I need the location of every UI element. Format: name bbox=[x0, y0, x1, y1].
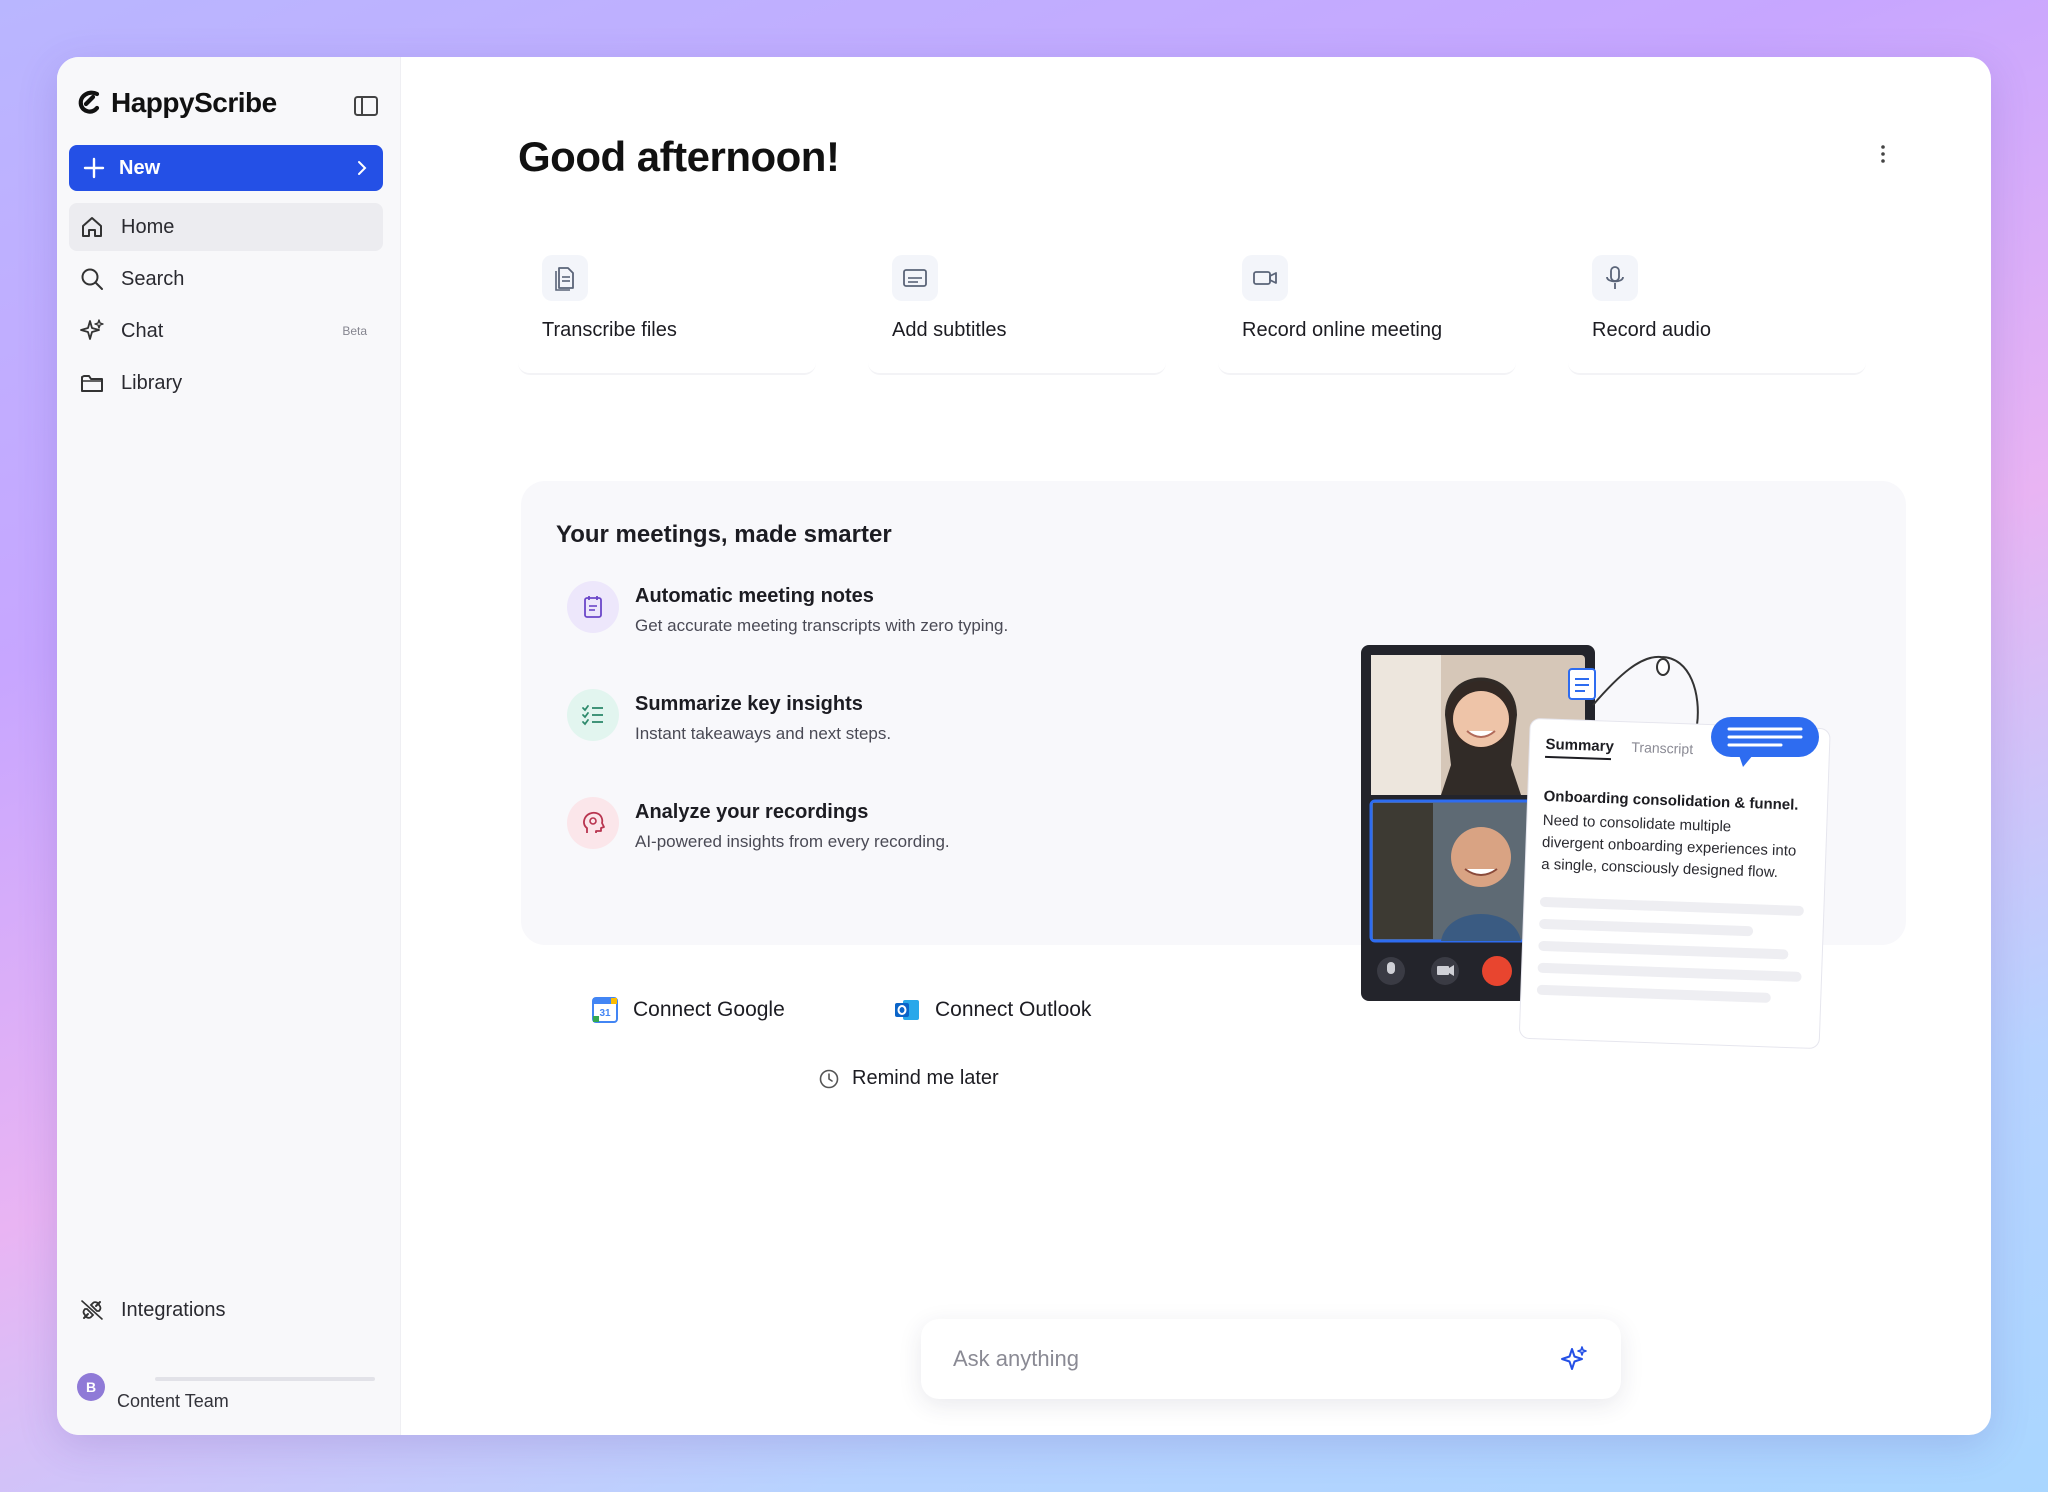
sidebar-item-search[interactable]: Search bbox=[69, 255, 383, 303]
call-hangup-icon bbox=[1482, 956, 1512, 986]
sidebar-item-chat[interactable]: Chat Beta bbox=[69, 307, 383, 355]
feature-title: Summarize key insights bbox=[635, 693, 863, 715]
action-label: Record audio bbox=[1592, 319, 1711, 341]
connect-outlook-button[interactable]: Connect Outlook bbox=[851, 983, 1134, 1037]
sidebar-item-library[interactable]: Library bbox=[69, 359, 383, 407]
sparkle-icon bbox=[80, 319, 104, 340]
sidebar-collapse-icon[interactable] bbox=[351, 91, 381, 121]
happyscribe-logo-icon bbox=[78, 90, 100, 114]
more-options-icon[interactable] bbox=[1873, 139, 1893, 169]
search-icon bbox=[81, 268, 103, 290]
sidebar: HappyScribe New Home Search Chat Beta Li… bbox=[57, 57, 401, 1435]
record-audio-card[interactable]: Record audio bbox=[1568, 243, 1866, 375]
beta-badge: Beta bbox=[342, 324, 367, 338]
new-button[interactable]: New bbox=[69, 145, 383, 191]
meetings-title: Your meetings, made smarter bbox=[556, 521, 892, 548]
quick-actions: Transcribe files Add subtitles Record on… bbox=[518, 243, 1866, 375]
sidebar-nav: Home Search Chat Beta Library bbox=[69, 203, 383, 411]
action-label: Transcribe files bbox=[542, 319, 677, 341]
plug-icon bbox=[81, 1300, 103, 1320]
integrations-label: Integrations bbox=[121, 1298, 226, 1321]
summary-tab: Summary bbox=[1545, 736, 1615, 755]
feature-subtitle: Get accurate meeting transcripts with ze… bbox=[635, 616, 1009, 635]
new-button-label: New bbox=[119, 156, 161, 179]
feature-meeting-notes: Automatic meeting notes Get accurate mee… bbox=[567, 581, 1008, 636]
feature-subtitle: AI-powered insights from every recording… bbox=[635, 832, 950, 851]
feature-key-insights: Summarize key insights Instant takeaways… bbox=[567, 689, 891, 744]
ask-anything-input[interactable] bbox=[953, 1346, 1559, 1372]
main-content: Good afternoon! Transcribe files Add sub… bbox=[401, 57, 1991, 1435]
add-subtitles-card[interactable]: Add subtitles bbox=[868, 243, 1166, 375]
user-name-redacted bbox=[155, 1377, 375, 1381]
checklist-icon bbox=[582, 705, 603, 726]
brain-head-icon bbox=[583, 811, 605, 833]
file-icon bbox=[555, 267, 574, 291]
chevron-right-icon bbox=[358, 161, 367, 175]
feature-analyze-recordings: Analyze your recordings AI-powered insig… bbox=[567, 797, 950, 852]
remind-later-button[interactable]: Remind me later bbox=[818, 1067, 999, 1090]
notepad-icon bbox=[584, 596, 602, 618]
connect-google-label: Connect Google bbox=[633, 998, 785, 1021]
brand[interactable]: HappyScribe bbox=[75, 87, 277, 119]
microphone-icon bbox=[1606, 266, 1624, 289]
brand-name: HappyScribe bbox=[111, 87, 277, 118]
user-profile[interactable]: B Content Team bbox=[77, 1373, 375, 1412]
summary-card: Summary Transcript Onboarding consolidat… bbox=[1519, 718, 1831, 1049]
transcript-tab: Transcript bbox=[1631, 739, 1693, 757]
participant-two-face bbox=[1451, 827, 1511, 887]
feature-title: Automatic meeting notes bbox=[635, 585, 874, 607]
connect-outlook-label: Connect Outlook bbox=[935, 998, 1092, 1021]
transcribe-files-card[interactable]: Transcribe files bbox=[518, 243, 816, 375]
sidebar-item-integrations[interactable]: Integrations bbox=[79, 1297, 226, 1323]
page-title: Good afternoon! bbox=[518, 133, 840, 180]
app-window: HappyScribe New Home Search Chat Beta Li… bbox=[57, 57, 1991, 1435]
feature-subtitle: Instant takeaways and next steps. bbox=[635, 724, 892, 743]
record-online-meeting-card[interactable]: Record online meeting bbox=[1218, 243, 1516, 375]
folder-icon bbox=[81, 375, 103, 392]
meeting-illustration: Summary Transcript Onboarding consolidat… bbox=[1361, 645, 1831, 1049]
google-calendar-icon: 31 bbox=[592, 997, 618, 1023]
sidebar-item-label: Library bbox=[121, 371, 183, 394]
home-icon bbox=[82, 217, 102, 237]
avatar: B bbox=[77, 1373, 105, 1401]
clock-icon bbox=[819, 1069, 839, 1088]
subtitles-icon bbox=[903, 269, 927, 287]
action-label: Record online meeting bbox=[1242, 319, 1443, 341]
sidebar-item-home[interactable]: Home bbox=[69, 203, 383, 251]
sidebar-item-label: Search bbox=[121, 267, 185, 290]
calendar-day: 31 bbox=[599, 1008, 611, 1019]
action-label: Add subtitles bbox=[892, 319, 1007, 341]
connect-google-button[interactable]: 31 Connect Google bbox=[549, 983, 827, 1037]
outlook-icon bbox=[895, 1000, 919, 1020]
sidebar-item-label: Home bbox=[121, 215, 175, 238]
remind-later-label: Remind me later bbox=[852, 1067, 999, 1089]
ask-anything-bar bbox=[921, 1319, 1621, 1399]
sidebar-item-label: Chat bbox=[121, 319, 164, 342]
plus-icon bbox=[83, 157, 105, 179]
video-camera-icon bbox=[1253, 271, 1277, 285]
user-team: Content Team bbox=[117, 1391, 229, 1411]
feature-title: Analyze your recordings bbox=[635, 801, 869, 823]
sparkle-icon[interactable] bbox=[1559, 1344, 1589, 1374]
